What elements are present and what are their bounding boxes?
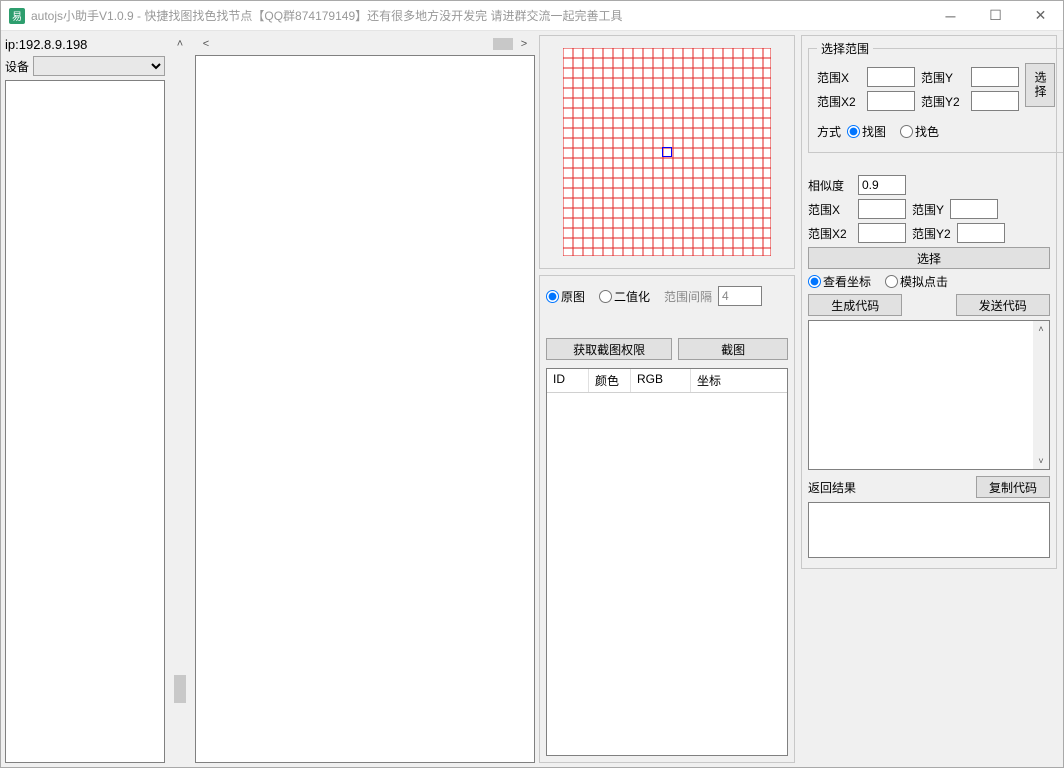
screenshot-canvas[interactable] — [195, 55, 535, 763]
radio-original[interactable]: 原图 — [546, 288, 585, 305]
scroll-down-icon[interactable]: ˅ — [1033, 453, 1049, 469]
right-columns: 原图 二值化 范围间隔 获取截图权限 截图 — [539, 35, 1059, 763]
radio-original-label: 原图 — [561, 288, 585, 305]
th-coord: 坐标 — [691, 369, 787, 392]
range-group: 选择范围 范围X 范围Y 范围X2 — [801, 35, 1057, 569]
label-range-y-b: 范围Y — [912, 201, 944, 218]
close-button[interactable]: ✕ — [1018, 1, 1063, 30]
radio-view-coord-label: 查看坐标 — [823, 273, 871, 290]
th-id: ID — [547, 369, 589, 392]
input-range-x-b[interactable] — [858, 199, 906, 219]
column-b: 选择范围 范围X 范围Y 范围X2 — [801, 35, 1057, 763]
device-select[interactable] — [33, 56, 165, 76]
label-range-y2: 范围Y2 — [921, 93, 965, 110]
input-range-x2[interactable] — [867, 91, 915, 111]
radio-view-coord[interactable]: 查看坐标 — [808, 273, 871, 290]
device-list[interactable] — [5, 80, 165, 763]
input-range-x2-b[interactable] — [858, 223, 906, 243]
copy-code-button[interactable]: 复制代码 — [976, 476, 1050, 498]
device-row: 设备 — [5, 56, 165, 76]
result-label: 返回结果 — [808, 479, 856, 496]
color-table-header: ID 颜色 RGB 坐标 — [547, 369, 787, 393]
label-range-x2-b: 范围X2 — [808, 225, 852, 242]
similarity-input[interactable] — [858, 175, 906, 195]
range-legend: 选择范围 — [817, 40, 873, 57]
radio-sim-click-label: 模拟点击 — [900, 273, 948, 290]
scroll-up-icon[interactable]: ˄ — [1033, 321, 1049, 337]
color-table-body[interactable] — [547, 393, 787, 643]
range-interval-input — [718, 286, 762, 306]
maximize-button[interactable]: ☐ — [973, 1, 1018, 30]
screenshot-button[interactable]: 截图 — [678, 338, 788, 360]
label-range-y: 范围Y — [921, 69, 965, 86]
select-button-2[interactable]: 选择 — [808, 247, 1050, 269]
code-scrollbar[interactable]: ˄ ˅ — [1033, 321, 1049, 469]
mode-label: 方式 — [817, 123, 841, 140]
color-table[interactable]: ID 颜色 RGB 坐标 — [546, 368, 788, 756]
titlebar: 易 autojs小助手V1.0.9 - 快捷找图找色找节点【QQ群8741791… — [1, 1, 1063, 31]
input-range-x[interactable] — [867, 67, 915, 87]
ip-label: ip:192.8.9.198 — [5, 35, 165, 54]
label-range-y2-b: 范围Y2 — [912, 225, 951, 242]
image-mode-group: 原图 二值化 范围间隔 获取截图权限 截图 — [539, 275, 795, 763]
range-fieldset: 选择范围 范围X 范围Y 范围X2 — [808, 40, 1063, 153]
chevron-left-icon: < — [199, 38, 213, 50]
generate-code-button[interactable]: 生成代码 — [808, 294, 902, 316]
th-rgb: RGB — [631, 369, 691, 392]
chevron-up-icon: ˄ — [173, 38, 187, 50]
left-panel: ip:192.8.9.198 设备 — [5, 35, 165, 763]
input-range-y2-b[interactable] — [957, 223, 1005, 243]
radio-sim-click[interactable]: 模拟点击 — [885, 273, 948, 290]
input-range-y2[interactable] — [971, 91, 1019, 111]
th-color: 颜色 — [589, 369, 631, 392]
mid-scrollbar-horizontal[interactable]: < > — [195, 35, 535, 53]
window-controls: ─ ☐ ✕ — [928, 1, 1063, 30]
range-interval-label: 范围间隔 — [664, 288, 712, 305]
app-icon: 易 — [9, 8, 25, 24]
code-output-area[interactable]: ˄ ˅ — [808, 320, 1050, 470]
magnifier-group — [539, 35, 795, 269]
app-window: 易 autojs小助手V1.0.9 - 快捷找图找色找节点【QQ群8741791… — [0, 0, 1064, 768]
center-marker — [662, 147, 672, 157]
get-screenshot-permission-button[interactable]: 获取截图权限 — [546, 338, 672, 360]
radio-find-color[interactable]: 找色 — [900, 123, 939, 140]
send-code-button[interactable]: 发送代码 — [956, 294, 1050, 316]
mid-panel: < > — [195, 35, 535, 763]
input-range-y-b[interactable] — [950, 199, 998, 219]
input-range-y[interactable] — [971, 67, 1019, 87]
label-range-x2: 范围X2 — [817, 93, 861, 110]
label-range-x-b: 范围X — [808, 201, 852, 218]
radio-find-image-label: 找图 — [862, 123, 886, 140]
image-mode-row: 原图 二值化 范围间隔 — [546, 286, 788, 306]
column-a: 原图 二值化 范围间隔 获取截图权限 截图 — [539, 35, 795, 763]
radio-binary[interactable]: 二值化 — [599, 288, 650, 305]
minimize-button[interactable]: ─ — [928, 1, 973, 30]
chevron-right-icon: > — [517, 38, 531, 50]
similarity-label: 相似度 — [808, 177, 852, 194]
magnifier-grid[interactable] — [563, 48, 771, 256]
hscroll-thumb[interactable] — [493, 38, 513, 50]
radio-find-color-label: 找色 — [915, 123, 939, 140]
result-output-area[interactable] — [808, 502, 1050, 558]
splitter-vertical[interactable]: ˄ — [169, 35, 191, 763]
window-title: autojs小助手V1.0.9 - 快捷找图找色找节点【QQ群874179149… — [31, 7, 928, 24]
radio-binary-label: 二值化 — [614, 288, 650, 305]
splitter-thumb[interactable] — [174, 675, 186, 703]
content-area: ip:192.8.9.198 设备 ˄ < > — [1, 31, 1063, 767]
radio-find-image[interactable]: 找图 — [847, 123, 886, 140]
device-label: 设备 — [5, 58, 29, 75]
select-range-button[interactable]: 选择 — [1025, 63, 1055, 107]
label-range-x: 范围X — [817, 69, 861, 86]
screenshot-buttons-row: 获取截图权限 截图 — [546, 338, 788, 360]
